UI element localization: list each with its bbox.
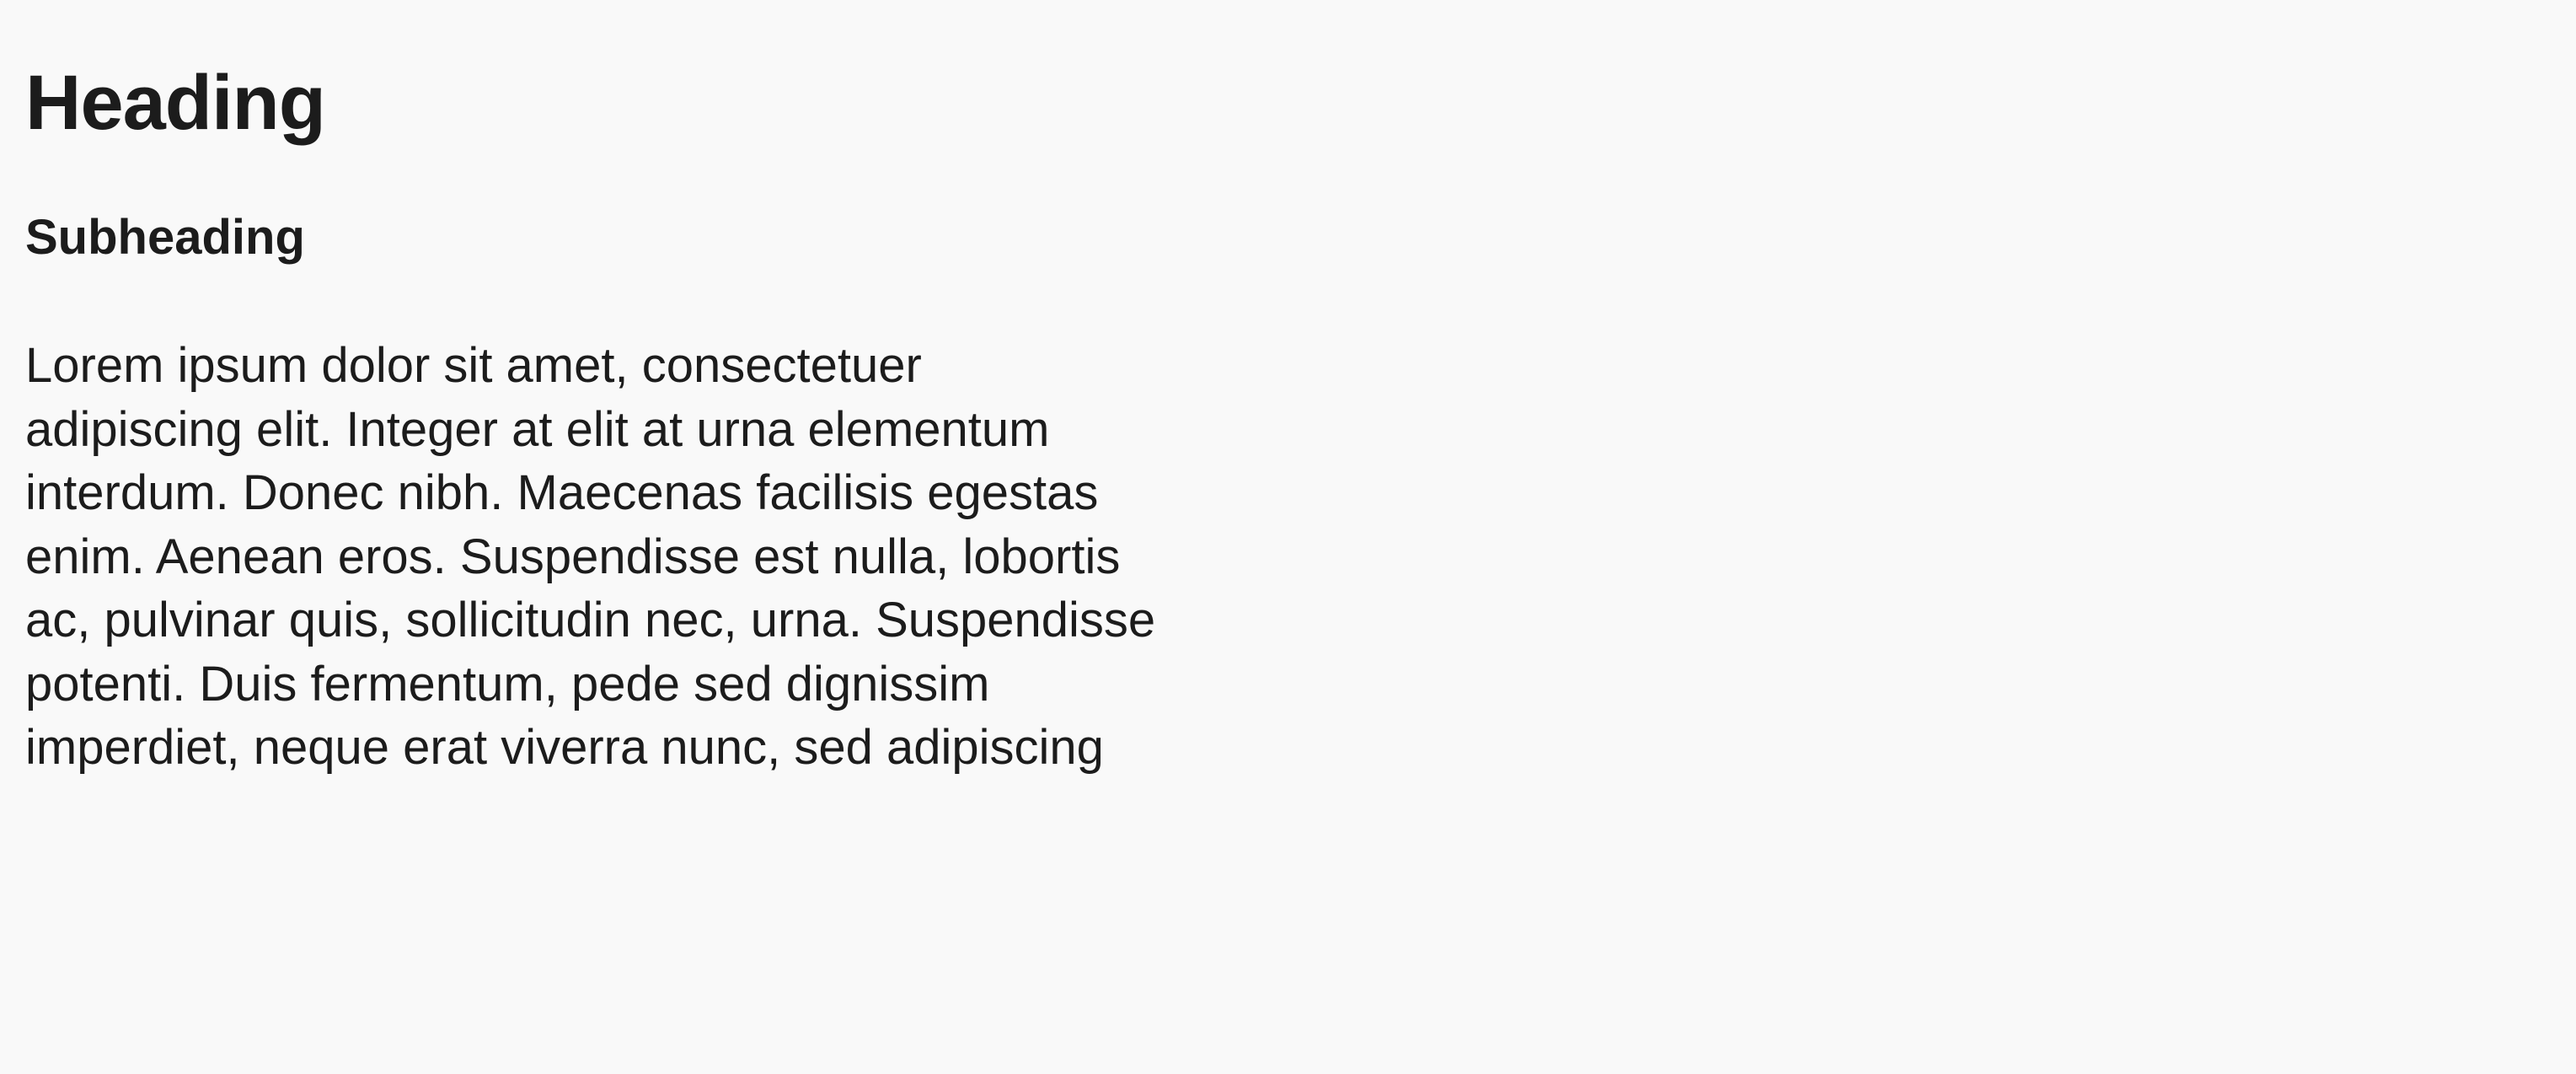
body-paragraph: Lorem ipsum dolor sit amet, consectetuer… [25, 334, 1155, 780]
document-page: Heading Subheading Lorem ipsum dolor sit… [0, 0, 2576, 1074]
paragraph-line: enim. Aenean eros. Suspendisse est nulla… [25, 529, 1121, 584]
paragraph-line: Lorem ipsum dolor sit amet, consectetuer [25, 338, 922, 393]
page-heading: Heading [25, 60, 326, 146]
paragraph-line: adipiscing elit. Integer at elit at urna… [25, 401, 1050, 457]
paragraph-line: potenti. Duis fermentum, pede sed dignis… [25, 656, 990, 712]
paragraph-line: imperdiet, neque erat viverra nunc, sed … [25, 720, 1104, 775]
paragraph-line: interdum. Donec nibh. Maecenas facilisis… [25, 465, 1099, 520]
page-subheading: Subheading [25, 210, 305, 265]
paragraph-line: ac, pulvinar quis, sollicitudin nec, urn… [25, 593, 1156, 647]
